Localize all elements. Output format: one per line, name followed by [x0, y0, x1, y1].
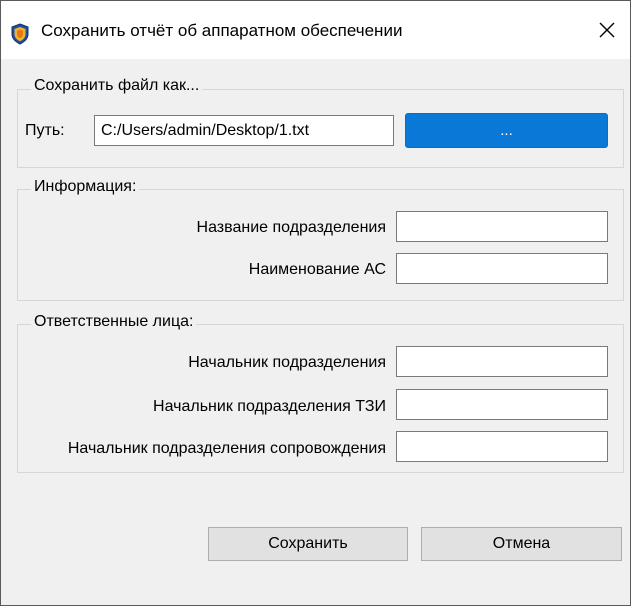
save-report-dialog: Сохранить отчёт об аппаратном обеспечени… [0, 0, 631, 606]
head-of-support-field[interactable] [396, 431, 608, 462]
shield-icon [10, 23, 30, 45]
title-bar: Сохранить отчёт об аппаратном обеспечени… [1, 1, 630, 59]
head-of-tzi-label: Начальник подразделения ТЗИ [153, 398, 386, 415]
department-name-label: Название подразделения [196, 219, 386, 236]
window-title: Сохранить отчёт об аппаратном обеспечени… [41, 21, 403, 40]
head-of-department-field[interactable] [396, 346, 608, 377]
info-group [17, 189, 624, 301]
path-input[interactable] [94, 115, 394, 146]
path-label: Путь: [25, 122, 65, 139]
head-of-department-label: Начальник подразделения [188, 354, 386, 371]
save-button-label: Сохранить [268, 535, 348, 552]
browse-button-label: ... [500, 122, 513, 139]
responsible-group-title: Ответственные лица: [31, 313, 197, 331]
as-name-label: Наименование АС [248, 261, 386, 278]
save-file-group-title: Сохранить файл как... [31, 77, 203, 95]
cancel-button-label: Отмена [492, 535, 551, 552]
info-group-title: Информация: [31, 178, 140, 196]
browse-button[interactable]: ... [405, 113, 608, 148]
head-of-support-label: Начальник подразделения сопровождения [67, 440, 386, 457]
head-of-tzi-field[interactable] [396, 389, 608, 420]
cancel-button[interactable]: Отмена [421, 527, 622, 561]
save-button[interactable]: Сохранить [208, 527, 408, 561]
as-name-field[interactable] [396, 253, 608, 284]
close-button[interactable] [587, 13, 627, 51]
close-icon [598, 21, 616, 44]
department-name-field[interactable] [396, 211, 608, 242]
